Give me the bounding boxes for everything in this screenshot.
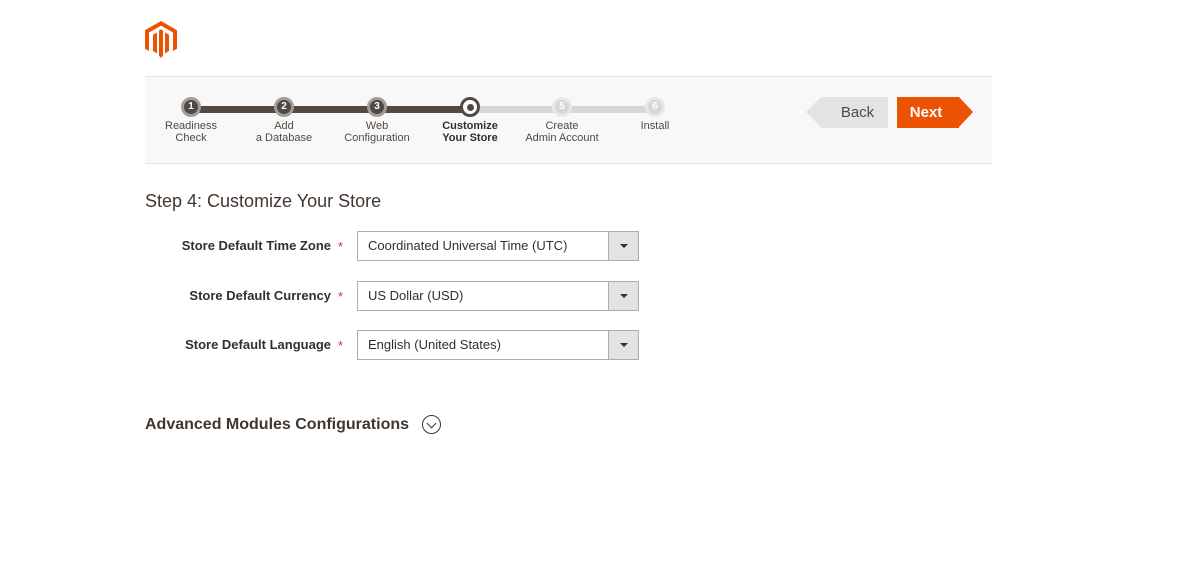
required-marker: * bbox=[338, 239, 344, 254]
step-4-marker-current bbox=[460, 97, 480, 117]
expand-circle-icon[interactable] bbox=[422, 415, 442, 434]
language-select[interactable]: English (United States) bbox=[357, 330, 639, 360]
advanced-modules-title[interactable]: Advanced Modules Configurations bbox=[145, 416, 409, 434]
step-2-marker: 2 bbox=[274, 97, 294, 117]
required-marker: * bbox=[338, 289, 344, 304]
currency-field: Store Default Currency * US Dollar (USD) bbox=[145, 281, 645, 311]
timezone-label: Store Default Time Zone bbox=[181, 238, 331, 253]
timezone-selected-value: Coordinated Universal Time (UTC) bbox=[368, 238, 568, 253]
chevron-down-icon[interactable] bbox=[608, 282, 638, 310]
currency-selected-value: US Dollar (USD) bbox=[368, 288, 464, 303]
step-3-marker: 3 bbox=[367, 97, 387, 117]
page-title: Step 4: Customize Your Store bbox=[145, 191, 382, 211]
language-selected-value: English (United States) bbox=[368, 337, 501, 352]
chevron-down-icon[interactable] bbox=[608, 232, 638, 260]
currency-label: Store Default Currency bbox=[189, 288, 331, 303]
chevron-down-icon[interactable] bbox=[608, 331, 638, 359]
timezone-field: Store Default Time Zone * Coordinated Un… bbox=[145, 231, 645, 261]
step-5-marker: 5 bbox=[552, 97, 572, 117]
setup-progress-bar: 1 Readiness Check 2 Add a Database 3 Web Co… bbox=[145, 76, 992, 164]
currency-select[interactable]: US Dollar (USD) bbox=[357, 281, 639, 311]
step-1-marker: 1 bbox=[181, 97, 201, 117]
step-install: 6 Install bbox=[600, 97, 710, 132]
step-label: Install bbox=[640, 120, 670, 132]
language-label: Store Default Language bbox=[185, 337, 331, 352]
magento-logo-icon bbox=[145, 21, 177, 58]
back-button[interactable]: Back bbox=[806, 97, 888, 128]
language-field: Store Default Language * English (United… bbox=[145, 330, 645, 360]
next-button[interactable]: Next bbox=[897, 97, 973, 128]
advanced-modules-section: Advanced Modules Configurations bbox=[145, 415, 442, 434]
step-6-marker: 6 bbox=[645, 97, 665, 117]
required-marker: * bbox=[338, 338, 344, 353]
timezone-select[interactable]: Coordinated Universal Time (UTC) bbox=[357, 231, 639, 261]
